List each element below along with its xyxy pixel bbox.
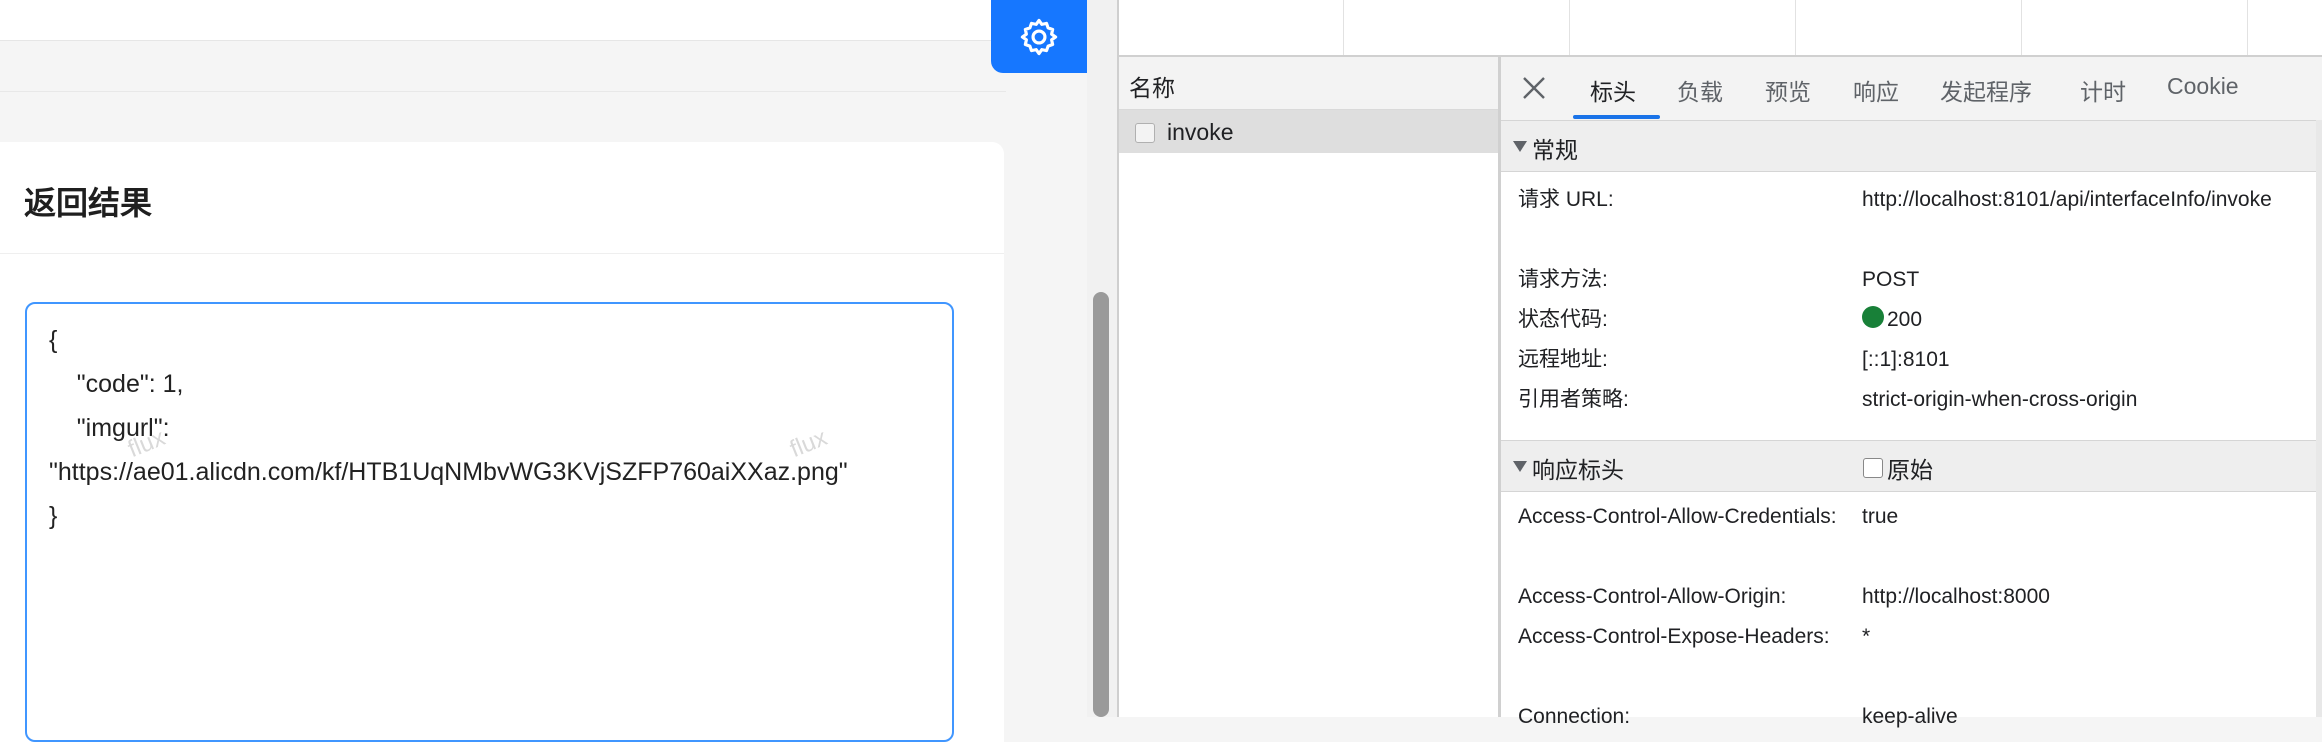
header-key: Access-Control-Allow-Credentials: [1518, 505, 1837, 528]
tab-initiator[interactable]: 发起程序 [1940, 73, 2032, 107]
gear-icon [1020, 18, 1058, 55]
header-value-remote-address[interactable]: [::1]:8101 [1862, 340, 2317, 380]
section-general-header[interactable]: 常规 [1501, 120, 2322, 172]
raw-checkbox-label[interactable]: 原始 [1887, 451, 1933, 485]
header-value[interactable]: keep-alive [1862, 697, 2317, 737]
header-value-status[interactable]: 200 [1862, 300, 2317, 340]
status-code: 200 [1887, 308, 1923, 331]
request-row-invoke[interactable]: invoke [1119, 110, 1499, 153]
close-icon[interactable] [1519, 73, 1549, 103]
header-value[interactable]: * [1862, 617, 2317, 657]
active-tab-indicator [1573, 115, 1660, 119]
tab-response[interactable]: 响应 [1853, 73, 1899, 107]
timeline-cell [1795, 0, 2022, 55]
request-name: invoke [1167, 119, 1234, 145]
page-scrollbar-thumb[interactable] [1093, 292, 1109, 717]
header-value[interactable]: http://localhost:8000 [1862, 577, 2317, 617]
details-tab-bar: 标头 负载 预览 响应 发起程序 计时 Cookie [1501, 57, 2322, 121]
section-response-headers-title: 响应标头 [1532, 457, 1624, 483]
header-value-method[interactable]: POST [1862, 260, 2317, 300]
header-key: 远程地址: [1518, 348, 1608, 371]
header-key: Access-Control-Expose-Headers: [1518, 625, 1830, 648]
timeline-cell [2247, 0, 2322, 55]
result-card-title: 返回结果 [24, 185, 153, 221]
column-name-label: 名称 [1129, 75, 1175, 101]
tab-cookies[interactable]: Cookie [2167, 73, 2239, 100]
network-timeline-strip [1119, 0, 2322, 57]
header-key: 引用者策略: [1518, 388, 1629, 411]
header-key: Connection: [1518, 705, 1631, 728]
header-value[interactable]: true [1862, 497, 2317, 537]
app-section-band [0, 41, 1006, 92]
header-key: 请求方法: [1518, 268, 1608, 291]
result-card-divider [0, 253, 1004, 254]
header-value-url[interactable]: http://localhost:8101/api/interfaceInfo/… [1862, 180, 2317, 220]
status-dot-icon [1862, 306, 1884, 328]
header-value-referrer-policy[interactable]: strict-origin-when-cross-origin [1862, 380, 2317, 420]
tab-payload[interactable]: 负载 [1677, 73, 1723, 107]
raw-checkbox[interactable] [1863, 458, 1883, 478]
expand-triangle-icon [1513, 461, 1527, 472]
header-key: 状态代码: [1518, 308, 1608, 331]
request-list-body [1119, 153, 1499, 717]
timeline-cell [1343, 0, 1570, 55]
result-textarea[interactable]: { "code": 1, "imgurl": "https://ae01.ali… [25, 302, 954, 742]
settings-button[interactable] [991, 0, 1087, 73]
timeline-cell [2021, 0, 2248, 55]
section-general-title: 常规 [1532, 137, 1578, 163]
tab-preview[interactable]: 预览 [1765, 73, 1811, 107]
request-list-header[interactable]: 名称 [1119, 57, 1499, 110]
tab-headers[interactable]: 标头 [1590, 73, 1636, 107]
request-type-icon [1135, 123, 1155, 143]
tab-timing[interactable]: 计时 [2080, 73, 2126, 107]
app-top-bar [0, 0, 1006, 41]
header-key: 请求 URL: [1518, 188, 1614, 211]
section-response-headers-header[interactable]: 响应标头 原始 [1501, 440, 2322, 492]
timeline-cell [1569, 0, 1796, 55]
details-scrollbar-track[interactable] [2316, 120, 2322, 717]
expand-triangle-icon [1513, 141, 1527, 152]
header-key: Access-Control-Allow-Origin: [1518, 585, 1787, 608]
